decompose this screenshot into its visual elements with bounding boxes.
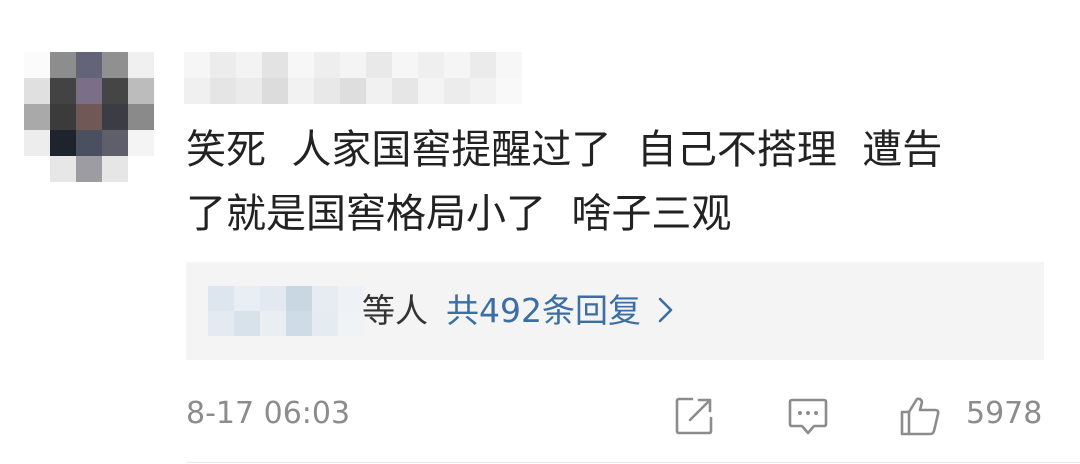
reply-count-link[interactable]: 共492条回复 [446, 291, 641, 330]
reply-usernames-blurred [208, 286, 364, 336]
comment-timestamp: 8-17 06:03 [186, 396, 351, 431]
reply-names-suffix: 等人 [362, 291, 428, 330]
username-blurred[interactable] [184, 52, 522, 104]
divider [186, 462, 1080, 463]
reply-summary[interactable]: 等人 共492条回复 [362, 288, 675, 334]
like-count: 5978 [966, 396, 1043, 431]
replies-preview[interactable]: 等人 共492条回复 [186, 262, 1044, 360]
comment-icon[interactable] [786, 394, 830, 438]
comment-footer: 8-17 06:03 5978 [0, 388, 1080, 440]
like-icon[interactable] [898, 394, 942, 438]
comment-text: 笑死 人家国窖提醒过了 自己不搭理 遭告 了就是国窖格局小了 啥子三观 [186, 127, 943, 237]
share-icon[interactable] [672, 394, 716, 438]
avatar[interactable] [24, 52, 154, 182]
chevron-right-icon [657, 288, 675, 334]
